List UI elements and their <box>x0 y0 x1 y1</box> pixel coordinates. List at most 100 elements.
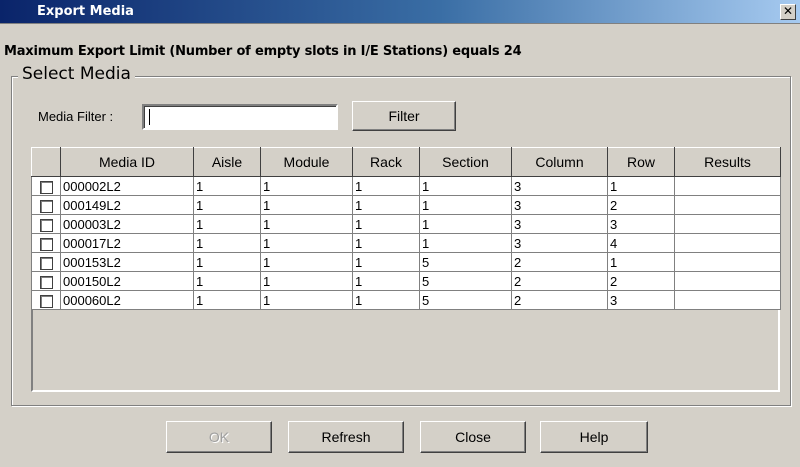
table-row[interactable]: 000003L2 1 1 1 1 3 3 <box>31 214 781 234</box>
column-header-row[interactable]: Row <box>607 147 675 177</box>
cell-row: 2 <box>607 271 675 291</box>
cell-media-id: 000002L2 <box>60 176 194 196</box>
help-button[interactable]: Help <box>540 421 648 453</box>
title-bar: Export Media ✕ <box>0 0 800 24</box>
row-select-cell <box>31 176 61 196</box>
refresh-button[interactable]: Refresh <box>288 421 404 453</box>
column-header-section[interactable]: Section <box>419 147 512 177</box>
table-row[interactable]: 000002L2 1 1 1 1 3 1 <box>31 176 781 196</box>
cell-rack: 1 <box>352 214 420 234</box>
cell-rack: 1 <box>352 176 420 196</box>
cell-column: 3 <box>511 214 608 234</box>
row-select-cell <box>31 233 61 253</box>
cell-column: 3 <box>511 195 608 215</box>
cell-media-id: 000003L2 <box>60 214 194 234</box>
column-header-module[interactable]: Module <box>260 147 353 177</box>
cell-aisle: 1 <box>193 290 261 310</box>
row-checkbox[interactable] <box>39 256 53 270</box>
cell-rack: 1 <box>352 233 420 253</box>
cell-module: 1 <box>260 252 353 272</box>
window-close-button[interactable]: ✕ <box>780 4 796 20</box>
cell-rack: 1 <box>352 252 420 272</box>
cell-module: 1 <box>260 195 353 215</box>
row-checkbox[interactable] <box>39 294 53 308</box>
ok-button[interactable]: OK <box>166 421 272 453</box>
cell-row: 1 <box>607 252 675 272</box>
cell-section: 1 <box>419 233 512 253</box>
cell-section: 1 <box>419 214 512 234</box>
media-table-panel: Media ID Aisle Module Rack Section Column Row R… <box>31 147 781 392</box>
cell-results <box>674 290 781 310</box>
cell-section: 5 <box>419 252 512 272</box>
cell-section: 1 <box>419 176 512 196</box>
text-caret <box>149 109 150 125</box>
cell-results <box>674 176 781 196</box>
cell-section: 1 <box>419 195 512 215</box>
cell-media-id: 000153L2 <box>60 252 194 272</box>
close-button[interactable]: Close <box>420 421 526 453</box>
column-header-results[interactable]: Results <box>674 147 781 177</box>
cell-module: 1 <box>260 233 353 253</box>
cell-aisle: 1 <box>193 271 261 291</box>
column-header-media-id[interactable]: Media ID <box>60 147 194 177</box>
media-filter-label: Media Filter : <box>38 109 114 124</box>
cell-rack: 1 <box>352 290 420 310</box>
cell-aisle: 1 <box>193 252 261 272</box>
cell-media-id: 000149L2 <box>60 195 194 215</box>
cell-column: 2 <box>511 290 608 310</box>
table-row[interactable]: 000060L2 1 1 1 5 2 3 <box>31 290 781 310</box>
cell-media-id: 000060L2 <box>60 290 194 310</box>
cell-row: 3 <box>607 290 675 310</box>
media-filter-input[interactable] <box>142 104 338 130</box>
window-title: Export Media <box>37 4 134 19</box>
cell-section: 5 <box>419 290 512 310</box>
cell-results <box>674 271 781 291</box>
row-checkbox[interactable] <box>39 275 53 289</box>
cell-row: 1 <box>607 176 675 196</box>
cell-column: 3 <box>511 176 608 196</box>
cell-section: 5 <box>419 271 512 291</box>
cell-row: 3 <box>607 214 675 234</box>
row-checkbox[interactable] <box>39 218 53 232</box>
row-checkbox[interactable] <box>39 199 53 213</box>
column-header-aisle[interactable]: Aisle <box>193 147 261 177</box>
cell-column: 2 <box>511 252 608 272</box>
table-row[interactable]: 000017L2 1 1 1 1 3 4 <box>31 233 781 253</box>
media-table: Media ID Aisle Module Rack Section Column Row R… <box>31 147 781 310</box>
cell-module: 1 <box>260 214 353 234</box>
row-checkbox[interactable] <box>39 237 53 251</box>
row-select-cell <box>31 252 61 272</box>
cell-results <box>674 214 781 234</box>
cell-module: 1 <box>260 271 353 291</box>
table-body: 000002L2 1 1 1 1 3 1 000149L2 1 1 1 1 3 2 000003L2 1 1 1 1… <box>31 176 781 310</box>
cell-aisle: 1 <box>193 195 261 215</box>
column-header-select[interactable] <box>31 147 61 177</box>
cell-module: 1 <box>260 176 353 196</box>
cell-media-id: 000017L2 <box>60 233 194 253</box>
column-header-rack[interactable]: Rack <box>352 147 420 177</box>
cell-column: 3 <box>511 233 608 253</box>
cell-results <box>674 195 781 215</box>
cell-media-id: 000150L2 <box>60 271 194 291</box>
cell-aisle: 1 <box>193 233 261 253</box>
table-row[interactable]: 000150L2 1 1 1 5 2 2 <box>31 271 781 291</box>
select-media-label: Select Media <box>18 64 135 84</box>
row-select-cell <box>31 195 61 215</box>
row-checkbox[interactable] <box>39 180 53 194</box>
row-select-cell <box>31 214 61 234</box>
table-header-row: Media ID Aisle Module Rack Section Column Row R… <box>31 147 781 177</box>
filter-button[interactable]: Filter <box>352 101 456 131</box>
cell-module: 1 <box>260 290 353 310</box>
cell-rack: 1 <box>352 195 420 215</box>
cell-aisle: 1 <box>193 214 261 234</box>
export-limit-text: Maximum Export Limit (Number of empty sl… <box>4 44 522 59</box>
table-row[interactable]: 000149L2 1 1 1 1 3 2 <box>31 195 781 215</box>
cell-rack: 1 <box>352 271 420 291</box>
column-header-column[interactable]: Column <box>511 147 608 177</box>
cell-results <box>674 252 781 272</box>
table-row[interactable]: 000153L2 1 1 1 5 2 1 <box>31 252 781 272</box>
cell-row: 4 <box>607 233 675 253</box>
row-select-cell <box>31 290 61 310</box>
cell-aisle: 1 <box>193 176 261 196</box>
cell-results <box>674 233 781 253</box>
